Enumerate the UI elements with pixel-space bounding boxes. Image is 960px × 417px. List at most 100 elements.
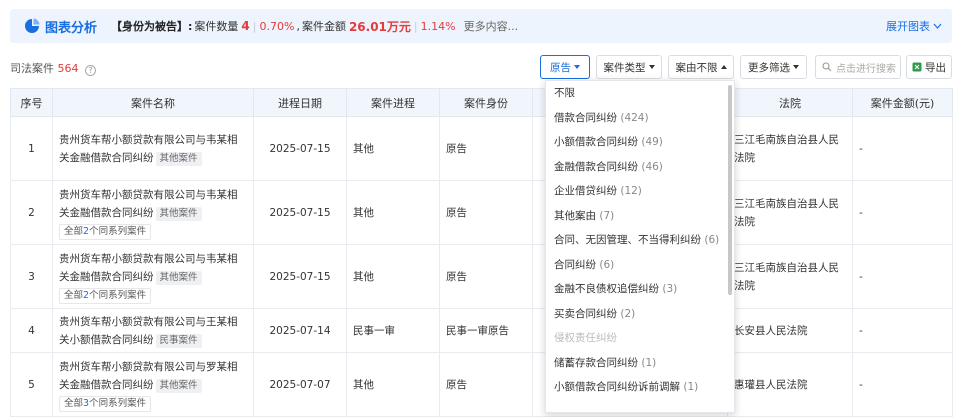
help-icon[interactable]: ?: [85, 65, 96, 76]
banner-title: 图表分析: [45, 20, 98, 36]
row-index: 2: [10, 180, 53, 245]
role-cell: 原告: [439, 180, 533, 245]
option-label: 合同纠纷: [554, 258, 596, 271]
date-cell: 2025-07-14: [253, 308, 347, 353]
filter-case-type[interactable]: 案件类型: [596, 55, 662, 79]
option-count: (12): [620, 185, 642, 197]
case-type-tag: 其他案件: [155, 206, 202, 221]
progress-cell: 民事一审: [346, 308, 440, 353]
case-name-cell[interactable]: 贵州货车帮小额贷款有限公司与王某相关小额借款合同纠纷 民事案件: [52, 308, 254, 353]
search-icon: [822, 62, 832, 72]
case-name[interactable]: 贵州货车帮小额贷款有限公司与罗某相关金融借款合同纠纷: [59, 361, 238, 391]
option-count: (3): [662, 283, 678, 295]
filter-cause[interactable]: 案由不限: [668, 55, 734, 79]
option-count: (2): [620, 307, 636, 320]
row-index: 5: [10, 352, 53, 417]
col-court: 法院: [727, 88, 853, 117]
option-count: (6): [599, 258, 615, 271]
case-name-cell[interactable]: 贵州货车帮小额贷款有限公司与韦某相关金融借款合同纠纷 其他案件: [52, 116, 254, 181]
case-count-value: 564: [57, 62, 79, 75]
case-type-tag: 民事案件: [155, 333, 202, 348]
option-label: 储蓄存款合同纠纷: [554, 356, 638, 369]
table-row[interactable]: 1 贵州货车帮小额贷款有限公司与韦某相关金融借款合同纠纷 其他案件 2025-07-1…: [10, 116, 953, 181]
table-row[interactable]: 2 贵州货车帮小额贷款有限公司与韦某相关金融借款合同纠纷 其他案件 全部2个同系列案件…: [10, 180, 953, 245]
divider: |: [252, 19, 257, 33]
table-header: 序号 案件名称 进程日期 案件进程 案件身份 法院 案件金额(元): [10, 88, 953, 117]
caret-up-icon: [720, 65, 727, 69]
amount-cell: -: [852, 244, 953, 309]
option-label: 其他案由: [554, 209, 596, 222]
series-cases-link[interactable]: 全部2个同系列案件: [59, 223, 152, 240]
filter-plaintiff-label: 原告: [550, 61, 571, 74]
col-amount[interactable]: 案件金额(元): [852, 88, 953, 117]
case-type-tag: 其他案件: [155, 378, 202, 393]
case-count: 司法案件 564 ?: [10, 60, 96, 76]
series-cases-link[interactable]: 全部2个同系列案件: [59, 287, 152, 304]
col-progress: 案件进程: [346, 88, 440, 117]
option-label: 金融借款合同纠纷: [554, 160, 638, 173]
progress-cell: 其他: [346, 180, 440, 245]
cause-dropdown[interactable]: 不限 借款合同纠纷 (424) 小额借款合同纠纷 (49) 金融借款合同纠纷 (46…: [545, 80, 735, 413]
amount-cell: -: [852, 116, 953, 181]
count-value: 4: [241, 19, 250, 33]
case-name-cell[interactable]: 贵州货车帮小额贷款有限公司与韦某相关金融借款合同纠纷 其他案件 全部2个同系列案件: [52, 244, 254, 309]
case-name-cell[interactable]: 贵州货车帮小额贷款有限公司与韦某相关金融借款合同纠纷 其他案件 全部2个同系列案件: [52, 180, 254, 245]
chevron-down-icon: [933, 23, 942, 29]
export-button[interactable]: 导出: [906, 55, 952, 79]
filter-more[interactable]: 更多筛选: [740, 55, 807, 79]
amount-pct: 1.14%: [420, 19, 456, 33]
series-cases-link[interactable]: 全部3个同系列案件: [59, 395, 152, 412]
expand-chart-button[interactable]: 展开图表: [886, 18, 942, 34]
dropdown-option[interactable]: 不限: [546, 81, 734, 106]
role-cell: 原告: [439, 352, 533, 417]
option-label: 企业借贷纠纷: [554, 185, 617, 197]
dropdown-option[interactable]: 买卖合同纠纷 (2): [546, 302, 734, 327]
dropdown-option[interactable]: 其他案由 (7): [546, 204, 734, 229]
option-label: 借款合同纠纷: [554, 111, 617, 124]
dropdown-option[interactable]: 合同纠纷 (6): [546, 253, 734, 278]
filter-more-label: 更多筛选: [748, 61, 790, 74]
role-cell: 民事一审原告: [439, 308, 533, 353]
more-content-link[interactable]: 更多内容...: [464, 18, 519, 34]
dropdown-option[interactable]: 小额借款合同纠纷 (49): [546, 130, 734, 155]
col-date[interactable]: 进程日期: [253, 88, 347, 117]
case-name[interactable]: 贵州货车帮小额贷款有限公司与韦某相关金融借款合同纠纷: [59, 253, 238, 283]
dropdown-option[interactable]: 储蓄存款合同纠纷 (1): [546, 351, 734, 376]
amount-cell: -: [852, 352, 953, 417]
court-cell: 长安县人民法院: [727, 308, 853, 353]
case-name[interactable]: 贵州货车帮小额贷款有限公司与韦某相关金融借款合同纠纷: [59, 189, 238, 219]
filter-cause-label: 案由不限: [675, 61, 718, 74]
expand-label: 展开图表: [886, 20, 930, 33]
dropdown-option[interactable]: 合同、无因管理、不当得利纠纷 (6): [546, 228, 734, 253]
court-cell: 三江毛南族自治县人民法院: [727, 116, 853, 181]
chart-icon: [25, 18, 40, 33]
dropdown-option[interactable]: 企业借贷纠纷 (12): [546, 179, 734, 204]
dropdown-option[interactable]: 小额借款合同纠纷诉前调解 (1): [546, 375, 734, 400]
dropdown-option[interactable]: 借款合同纠纷 (424): [546, 106, 734, 131]
row-index: 3: [10, 244, 53, 309]
option-label: 侵权责任纠纷: [554, 332, 617, 344]
caret-down-icon: [793, 65, 799, 69]
dropdown-scrollbar[interactable]: [728, 85, 732, 295]
table-row[interactable]: 4 贵州货车帮小额贷款有限公司与王某相关小额借款合同纠纷 民事案件 2025-07-1…: [10, 308, 953, 353]
search-input[interactable]: 点击进行搜索: [815, 55, 901, 79]
case-type-tag: 其他案件: [155, 270, 202, 285]
option-count: (46): [641, 160, 663, 173]
row-index: 4: [10, 308, 53, 353]
case-name[interactable]: 贵州货车帮小额贷款有限公司与王某相关小额借款合同纠纷: [59, 316, 238, 346]
table-row[interactable]: 5 贵州货车帮小额贷款有限公司与罗某相关金融借款合同纠纷 其他案件 全部3个同系列案件…: [10, 352, 953, 417]
option-count: (7): [599, 209, 615, 222]
export-label: 导出: [925, 61, 946, 74]
filter-plaintiff[interactable]: 原告: [540, 55, 590, 79]
amount-value: 26.01万元: [348, 19, 411, 34]
dropdown-option[interactable]: 金融不良债权追偿纠纷 (3): [546, 277, 734, 302]
dropdown-option[interactable]: 金融借款合同纠纷 (46): [546, 155, 734, 180]
case-name[interactable]: 贵州货车帮小额贷款有限公司与韦某相关金融借款合同纠纷: [59, 134, 238, 164]
progress-cell: 其他: [346, 116, 440, 181]
case-count-label: 司法案件: [10, 62, 54, 75]
date-cell: 2025-07-15: [253, 180, 347, 245]
option-count: (6): [704, 234, 720, 246]
col-index: 序号: [10, 88, 53, 117]
table-row[interactable]: 3 贵州货车帮小额贷款有限公司与韦某相关金融借款合同纠纷 其他案件 全部2个同系列案件…: [10, 244, 953, 309]
case-name-cell[interactable]: 贵州货车帮小额贷款有限公司与罗某相关金融借款合同纠纷 其他案件 全部3个同系列案件: [52, 352, 254, 417]
